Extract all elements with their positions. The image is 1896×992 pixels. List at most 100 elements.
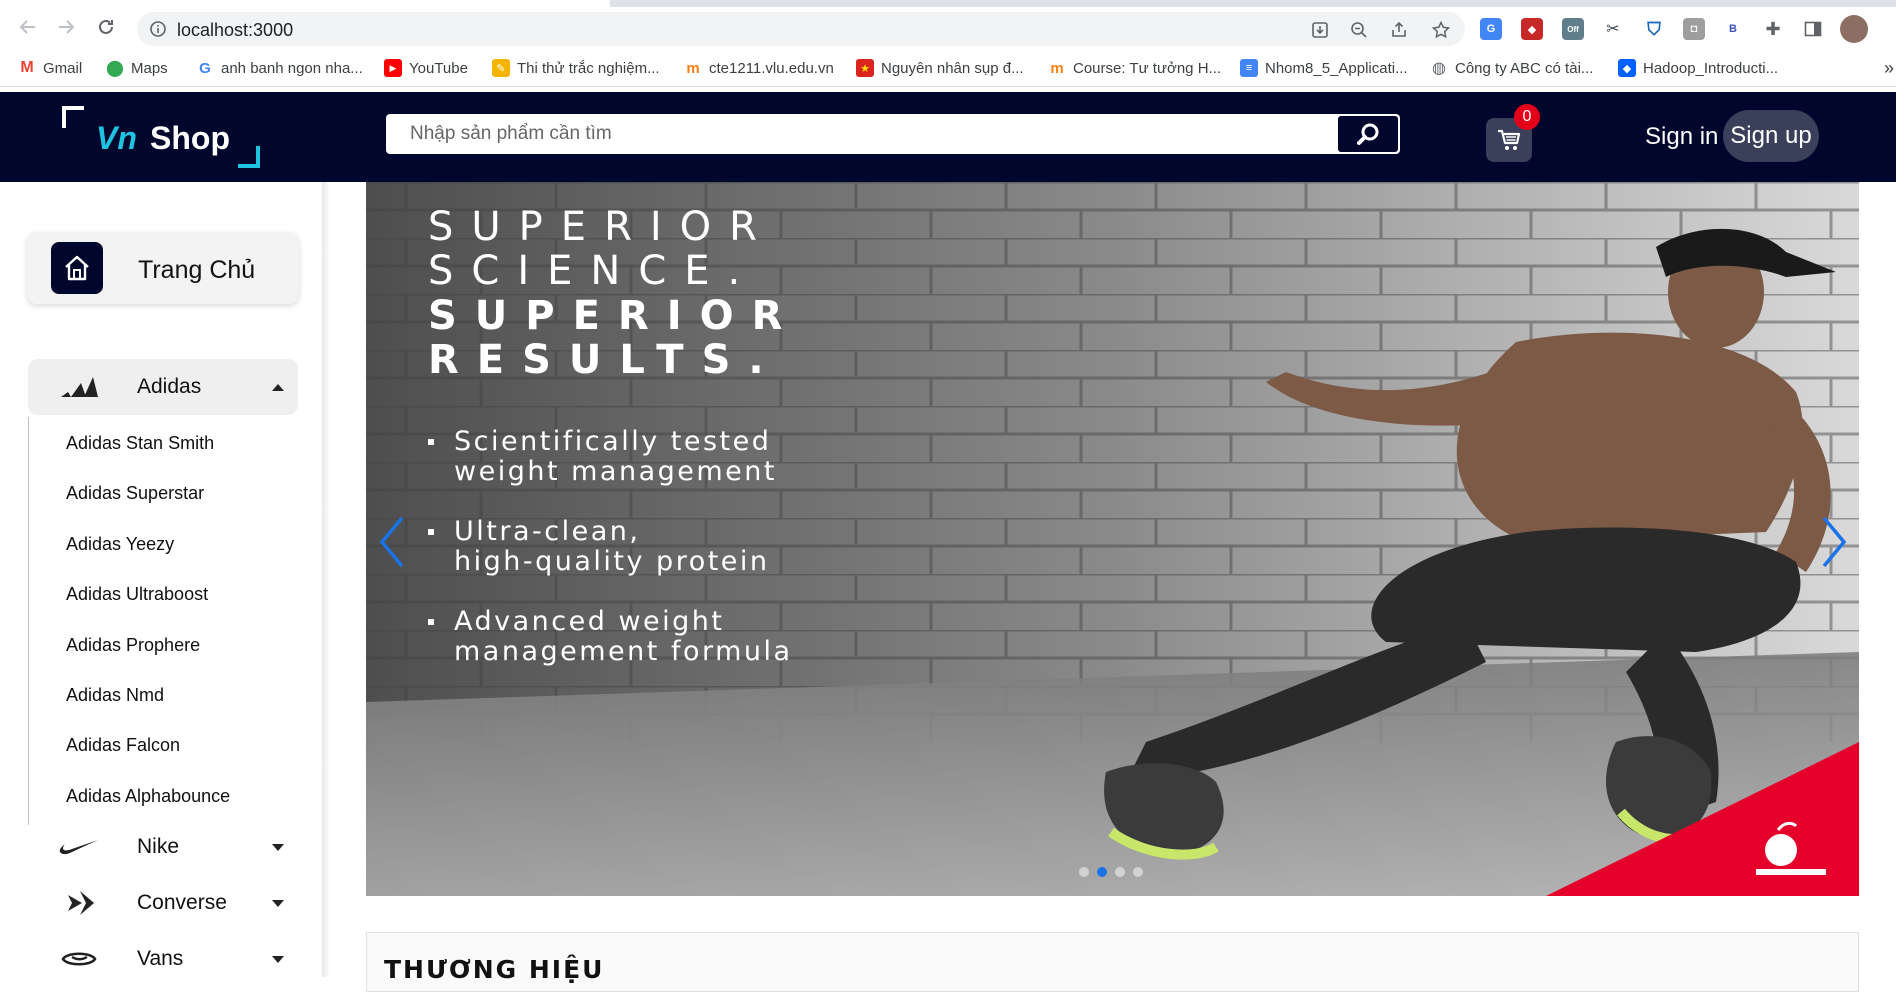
tools-ext-icon[interactable]: ✂ <box>1602 18 1624 40</box>
bookmark-label: Công ty ABC có tài... <box>1455 59 1594 77</box>
hero-carousel: SUPERIOR SCIENCE. SUPERIOR RESULTS. Scie… <box>366 182 1859 896</box>
brand-nike[interactable]: Nike <box>28 819 298 875</box>
active-tab[interactable] <box>0 0 610 7</box>
dropbox-icon: ◆ <box>1618 59 1636 77</box>
reload-button[interactable] <box>94 15 118 39</box>
bullet-text: Scientifically tested <box>454 426 772 457</box>
bookmark-cte1211[interactable]: m cte1211.vlu.edu.vn <box>684 58 834 78</box>
brand-converse[interactable]: Converse <box>28 875 298 931</box>
bookmark-google[interactable]: Ganh banh ngon nha... <box>196 58 363 78</box>
flag-icon: ★ <box>856 59 874 77</box>
carousel-dot-active[interactable] <box>1097 867 1107 877</box>
bookmark-label: cte1211.vlu.edu.vn <box>709 59 834 77</box>
forward-button[interactable] <box>54 15 78 39</box>
logo-vn-text: Vn <box>96 120 137 156</box>
bullet-text: Advanced weight <box>454 606 725 637</box>
home-icon <box>51 242 103 294</box>
logo-shop-text: Shop <box>150 120 230 156</box>
off-ext-icon[interactable]: Off <box>1562 18 1584 40</box>
cart-icon <box>1498 129 1521 150</box>
headline-line: SUPERIOR <box>428 293 801 339</box>
bullet-text: Ultra-clean, <box>454 516 641 547</box>
submenu-item[interactable]: Adidas Yeezy <box>66 534 174 555</box>
bookmark-label: YouTube <box>409 59 468 77</box>
bookmark-label: Hadoop_Introducti... <box>1643 59 1779 77</box>
translate-ext-icon[interactable]: G <box>1480 18 1502 40</box>
bullet-dot <box>428 619 434 625</box>
search-button[interactable] <box>1338 116 1398 152</box>
submenu-item[interactable]: Adidas Stan Smith <box>66 433 214 454</box>
quiz-icon: ✎ <box>492 59 510 77</box>
bookmark-cong-ty[interactable]: ◍ Công ty ABC có tài... <box>1430 58 1593 78</box>
b-ext-icon[interactable]: B <box>1722 18 1744 40</box>
home-link[interactable]: Trang Chủ <box>27 232 299 304</box>
bookmark-label: Course: Tư tưởng H... <box>1073 59 1222 77</box>
submenu-item[interactable]: Adidas Nmd <box>66 685 164 706</box>
shield-ext-icon[interactable]: ⛉ <box>1643 18 1665 40</box>
headline-line: SCIENCE. <box>428 248 759 294</box>
back-button[interactable] <box>16 15 40 39</box>
adidas-submenu: Adidas Stan Smith Adidas Superstar Adida… <box>28 417 298 825</box>
search-bar <box>386 114 1400 154</box>
submenu-item[interactable]: Adidas Alphabounce <box>66 786 230 807</box>
bookmark-nhom8[interactable]: ≡ Nhom8_5_Applicati... <box>1240 58 1408 78</box>
carousel-dot[interactable] <box>1133 867 1143 877</box>
puzzle-extensions-icon[interactable]: ✚ <box>1762 18 1784 40</box>
site-header: Vn Shop 0 Sign in Sign up <box>0 92 1896 182</box>
bookmarks-overflow-button[interactable]: » <box>1884 58 1894 78</box>
side-panel-icon[interactable] <box>1802 18 1824 40</box>
carousel-dot[interactable] <box>1079 867 1089 877</box>
moodle-icon: m <box>684 59 702 77</box>
bookmark-star-icon[interactable] <box>1431 20 1451 40</box>
omnibox[interactable]: localhost:3000 <box>137 12 1465 46</box>
bullet-dot <box>428 439 434 445</box>
bookmark-gmail[interactable]: M Gmail <box>18 58 82 78</box>
submenu-item[interactable]: Adidas Prophere <box>66 635 200 656</box>
submenu-item[interactable]: Adidas Ultraboost <box>66 584 208 605</box>
carousel-next-button[interactable] <box>1812 512 1852 572</box>
caret-down-icon <box>272 955 284 963</box>
brand-label: Converse <box>137 891 227 914</box>
install-app-icon[interactable] <box>1310 20 1330 40</box>
user-ext-icon[interactable]: ◘ <box>1683 18 1705 40</box>
youtube-icon: ▶ <box>384 59 402 77</box>
url-text[interactable]: localhost:3000 <box>177 20 293 41</box>
bookmark-course[interactable]: m Course: Tư tưởng H... <box>1048 58 1221 78</box>
search-icon <box>1357 123 1379 145</box>
bullet-dot <box>428 529 434 535</box>
brand-vans[interactable]: Vans <box>28 931 298 987</box>
profile-avatar[interactable] <box>1840 15 1868 43</box>
search-input[interactable] <box>386 114 1336 154</box>
submenu-item[interactable]: Adidas Falcon <box>66 735 180 756</box>
moodle-icon: m <box>1048 59 1066 77</box>
converse-icon <box>58 889 100 917</box>
sign-up-button[interactable]: Sign up <box>1723 110 1819 162</box>
submenu-item[interactable]: Adidas Superstar <box>66 483 204 504</box>
caret-down-icon <box>272 843 284 851</box>
bullet-text: management formula <box>454 636 793 667</box>
brand-adidas[interactable]: Adidas <box>28 359 298 415</box>
bullet-text: weight management <box>454 456 777 487</box>
site-logo[interactable]: Vn Shop <box>60 106 262 168</box>
bookmark-quiz[interactable]: ✎ Thi thử trắc nghiệm... <box>492 58 660 78</box>
bookmark-maps[interactable]: ⬤ Maps <box>106 58 168 78</box>
home-label: Trang Chủ <box>138 256 256 284</box>
bookmark-label: Maps <box>131 59 168 77</box>
zoom-out-icon[interactable] <box>1349 20 1369 40</box>
bookmark-label: Nguyên nhân sụp đ... <box>881 59 1024 77</box>
headline-line: SUPERIOR <box>428 204 775 250</box>
red-ext-icon[interactable]: ◆ <box>1521 18 1543 40</box>
adidas-icon <box>58 373 100 401</box>
share-icon[interactable] <box>1389 20 1409 40</box>
caret-down-icon <box>272 899 284 907</box>
bookmark-youtube[interactable]: ▶ YouTube <box>384 58 468 78</box>
carousel-prev-button[interactable] <box>374 512 414 572</box>
bookmark-hadoop[interactable]: ◆ Hadoop_Introducti... <box>1618 58 1778 78</box>
site-info-icon[interactable] <box>149 20 167 38</box>
cart-count-badge: 0 <box>1514 104 1540 130</box>
sign-in-link[interactable]: Sign in <box>1645 123 1718 151</box>
carousel-dot[interactable] <box>1115 867 1125 877</box>
globe-icon: ◍ <box>1430 59 1448 77</box>
bullet-text: high-quality protein <box>454 546 770 577</box>
bookmark-nguyen-nhan[interactable]: ★ Nguyên nhân sụp đ... <box>856 58 1024 78</box>
